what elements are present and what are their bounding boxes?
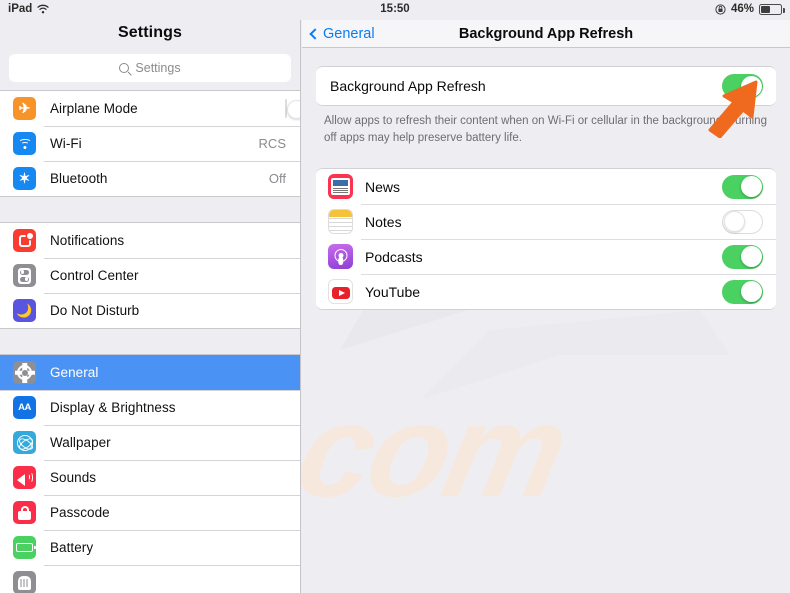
app-list-card: News Notes Podcasts YouTube: [316, 168, 776, 311]
wallpaper-icon: [13, 431, 36, 454]
podcasts-app-icon: [328, 244, 353, 270]
sidebar-item-label: General: [50, 365, 99, 380]
wifi-value: RCS: [258, 136, 286, 151]
sidebar-group-divider-2: [0, 329, 300, 354]
app-label: Podcasts: [365, 248, 423, 265]
search-icon: [119, 63, 130, 73]
sidebar-item-label: Wi-Fi: [50, 136, 82, 151]
sidebar-item-notifications[interactable]: Notifications: [0, 223, 300, 258]
podcasts-toggle[interactable]: [722, 244, 763, 269]
notes-app-icon: [328, 209, 353, 235]
app-row-notes[interactable]: Notes: [316, 204, 776, 240]
sidebar-item-label: Do Not Disturb: [50, 303, 140, 318]
news-app-icon: [328, 174, 353, 200]
sidebar-item-passcode[interactable]: Passcode: [0, 495, 300, 530]
youtube-toggle[interactable]: [722, 279, 763, 304]
bluetooth-icon: ✶: [13, 167, 36, 190]
sidebar-group-connectivity: ✈ Airplane Mode Wi-Fi RCS ✶ Bluetooth Of…: [0, 90, 300, 197]
app-row-news[interactable]: News: [316, 169, 776, 205]
sidebar-title: Settings: [118, 24, 182, 41]
sidebar-item-wallpaper[interactable]: Wallpaper: [0, 425, 300, 460]
sidebar-item-do-not-disturb[interactable]: 🌙 Do Not Disturb: [0, 293, 300, 328]
rotation-lock-icon: [715, 3, 726, 15]
app-label: Notes: [365, 213, 402, 230]
sidebar-item-airplane-mode[interactable]: ✈ Airplane Mode: [0, 91, 300, 126]
sidebar-item-label: Control Center: [50, 268, 139, 283]
sidebar-item-display-brightness[interactable]: AA Display & Brightness: [0, 390, 300, 425]
sidebar-item-control-center[interactable]: Control Center: [0, 258, 300, 293]
airplane-icon: ✈: [13, 97, 36, 120]
status-bar: iPad 15:50 46%: [0, 0, 790, 20]
wifi-icon: [13, 132, 36, 155]
sidebar-item-bluetooth[interactable]: ✶ Bluetooth Off: [0, 161, 300, 196]
battery-icon: [759, 3, 785, 15]
search-container: Settings: [0, 46, 300, 90]
search-placeholder: Settings: [135, 61, 181, 75]
detail-pane: General Background App Refresh Backgroun…: [302, 20, 790, 593]
sidebar-item-label: Battery: [50, 540, 94, 555]
news-toggle[interactable]: [722, 174, 763, 199]
app-label: News: [365, 178, 401, 195]
status-bar-time: 15:50: [380, 3, 410, 15]
control-center-icon: [13, 264, 36, 287]
detail-navbar: General Background App Refresh: [302, 20, 790, 48]
sidebar-group-system: General AA Display & Brightness Wallpape…: [0, 354, 300, 593]
footnote-text: Allow apps to refresh their content when…: [324, 115, 767, 144]
sidebar-item-label: Notifications: [50, 233, 125, 248]
app-row-youtube[interactable]: YouTube: [316, 274, 776, 310]
status-bar-right: 46%: [715, 3, 785, 15]
page-title: Background App Refresh: [458, 25, 634, 42]
settings-sidebar: Settings Settings ✈ Airplane Mode Wi-Fi: [0, 20, 301, 593]
lock-icon: [13, 501, 36, 524]
sidebar-item-battery[interactable]: Battery: [0, 530, 300, 565]
youtube-app-icon: [328, 279, 353, 305]
sidebar-item-sounds[interactable]: Sounds: [0, 460, 300, 495]
sidebar-item-wifi[interactable]: Wi-Fi RCS: [0, 126, 300, 161]
sidebar-item-label: Airplane Mode: [50, 101, 138, 116]
sidebar-item-label: Passcode: [50, 505, 110, 520]
app-label: YouTube: [365, 283, 421, 300]
sidebar-item-label: Display & Brightness: [50, 400, 176, 415]
background-app-refresh-row[interactable]: Background App Refresh: [316, 67, 776, 105]
do-not-disturb-icon: 🌙: [13, 299, 36, 322]
sidebar-item-label: Bluetooth: [50, 171, 108, 186]
display-brightness-icon: AA: [13, 396, 36, 419]
privacy-hand-icon: [13, 571, 36, 593]
master-toggle-label: Background App Refresh: [330, 78, 486, 94]
sidebar-item-general[interactable]: General: [0, 355, 300, 390]
sidebar-item-privacy[interactable]: [0, 565, 300, 593]
background-app-refresh-toggle[interactable]: [722, 74, 763, 98]
battery-percent-label: 46%: [730, 3, 754, 15]
sidebar-group-notifications: Notifications Control Center 🌙 Do Not Di…: [0, 222, 300, 329]
notes-toggle[interactable]: [722, 209, 763, 234]
bluetooth-value: Off: [268, 171, 286, 186]
search-input[interactable]: Settings: [9, 54, 291, 82]
speaker-icon: [13, 466, 36, 489]
airplane-mode-toggle[interactable]: [285, 98, 300, 119]
sidebar-item-label: Sounds: [50, 470, 97, 485]
gear-icon: [13, 361, 36, 384]
battery-icon: [13, 536, 36, 559]
notifications-icon: [13, 229, 36, 252]
master-toggle-card: Background App Refresh: [316, 66, 776, 106]
detail-body: Background App Refresh Allow apps to ref…: [302, 66, 790, 593]
sidebar-group-divider: [0, 197, 300, 222]
ipad-settings-screen: sk.com iPad 15:50 46% Settings Settings …: [0, 0, 790, 593]
app-row-podcasts[interactable]: Podcasts: [316, 239, 776, 275]
sidebar-item-label: Wallpaper: [50, 435, 111, 450]
